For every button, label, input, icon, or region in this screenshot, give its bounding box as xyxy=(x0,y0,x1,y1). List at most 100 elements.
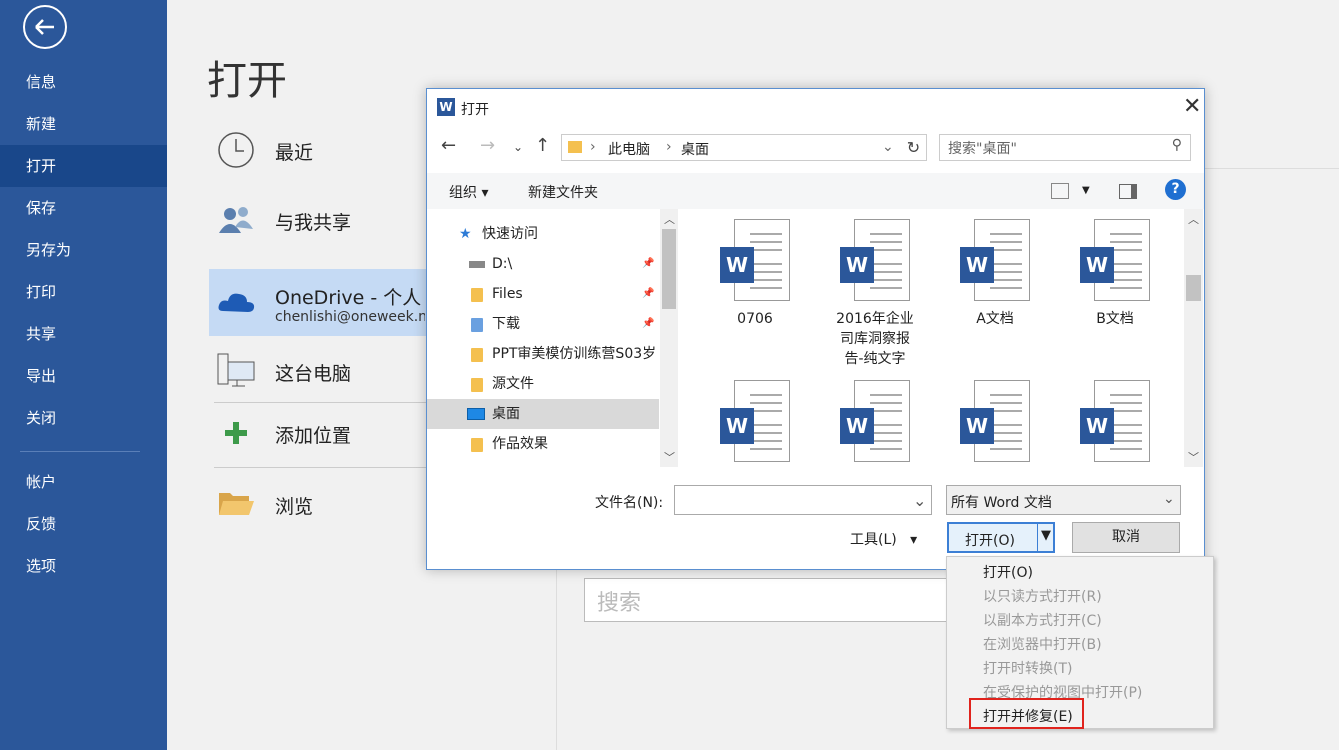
nav-export[interactable]: 导出 xyxy=(0,355,167,397)
refresh-icon[interactable]: ↻ xyxy=(901,134,927,161)
word-document-icon: W xyxy=(720,219,790,301)
word-app-icon: W xyxy=(437,98,455,116)
menu-item-open-readonly[interactable]: 以只读方式打开(R) xyxy=(983,586,1102,606)
open-button[interactable]: 打开(O) ▼ xyxy=(947,522,1055,553)
file-item[interactable]: W xyxy=(695,380,815,467)
chevron-down-icon[interactable]: ⌄ xyxy=(1163,491,1175,507)
chevron-down-icon[interactable]: ▼ xyxy=(1082,185,1090,196)
nav-account[interactable]: 帐户 xyxy=(0,461,167,503)
file-type-select[interactable]: 所有 Word 文档 ⌄ xyxy=(946,485,1181,515)
scrollbar-thumb[interactable] xyxy=(662,229,676,309)
tree-item-files[interactable]: Files 📌 xyxy=(427,279,659,309)
tree-item-quick-access[interactable]: ★ 快速访问 xyxy=(427,219,659,249)
nav-feedback[interactable]: 反馈 xyxy=(0,503,167,545)
nav-save-as[interactable]: 另存为 xyxy=(0,229,167,271)
chevron-up-icon[interactable]: ︿ xyxy=(1188,211,1199,227)
nav-print[interactable]: 打印 xyxy=(0,271,167,313)
nav-close[interactable]: 关闭 xyxy=(0,397,167,439)
organize-label: 组织 xyxy=(449,185,477,201)
divider xyxy=(1205,168,1339,169)
dropdown-arrow-icon[interactable]: ▼ xyxy=(1041,528,1051,543)
desktop-icon xyxy=(467,408,485,420)
word-document-icon: W xyxy=(1080,219,1150,301)
chevron-up-icon[interactable]: ︿ xyxy=(664,211,675,227)
address-bar[interactable]: › 此电脑 › 桌面 ⌄ xyxy=(561,134,927,161)
folder-icon xyxy=(471,438,483,452)
new-folder-button[interactable]: 新建文件夹 xyxy=(528,182,598,202)
place-label: 浏览 xyxy=(275,496,314,518)
nav-save[interactable]: 保存 xyxy=(0,187,167,229)
chevron-down-icon[interactable]: ⌄ xyxy=(882,139,894,155)
menu-item-open[interactable]: 打开(O) xyxy=(983,562,1033,582)
back-arrow-icon[interactable] xyxy=(23,5,67,49)
place-this-pc[interactable]: 这台电脑 xyxy=(209,338,427,405)
file-item[interactable]: W xyxy=(815,380,935,467)
breadcrumb-desktop[interactable]: 桌面 xyxy=(681,139,709,159)
file-item[interactable]: W xyxy=(1055,380,1175,467)
place-recent[interactable]: 最近 xyxy=(209,117,427,184)
up-arrow-icon[interactable]: ↑ xyxy=(535,135,550,156)
tree-scrollbar[interactable]: ︿ ﹀ xyxy=(660,209,678,467)
forward-arrow-icon[interactable]: → xyxy=(480,135,495,156)
file-item[interactable]: W A文档 xyxy=(935,219,1055,329)
file-item[interactable]: W 2016年企业 司库洞察报 告-纯文字 xyxy=(815,219,935,369)
dialog-title: 打开 xyxy=(461,102,489,118)
clock-icon xyxy=(217,131,255,169)
place-shared[interactable]: 与我共享 xyxy=(209,187,427,254)
filename-input[interactable]: ⌄ xyxy=(674,485,932,515)
nav-new[interactable]: 新建 xyxy=(0,103,167,145)
chevron-down-icon[interactable]: ﹀ xyxy=(1188,449,1199,465)
pin-icon[interactable]: 📌 xyxy=(642,309,654,339)
pin-icon[interactable]: 📌 xyxy=(642,249,654,279)
file-list-scrollbar[interactable]: ︿ ﹀ xyxy=(1184,209,1203,467)
chevron-down-icon[interactable]: ⌄ xyxy=(513,140,523,154)
menu-item-open-convert[interactable]: 打开时转换(T) xyxy=(983,658,1072,678)
tools-button[interactable]: 工具(L) ▾ xyxy=(850,529,917,549)
tree-item-drive-d[interactable]: D:\ 📌 xyxy=(427,249,659,279)
file-item[interactable]: W 0706 xyxy=(695,219,815,329)
view-mode-icon[interactable] xyxy=(1051,183,1069,199)
tree-item-downloads[interactable]: 下载 📌 xyxy=(427,309,659,339)
word-document-icon: W xyxy=(960,219,1030,301)
tree-item-ppt-folder[interactable]: PPT审美模仿训练营S03岁 xyxy=(427,339,659,369)
file-list: W 0706 W 2016年企业 司库洞察报 告-纯文字 W A文档 W B文档 W W W W xyxy=(680,209,1183,467)
tree-item-label: 桌面 xyxy=(492,406,520,422)
nav-info[interactable]: 信息 xyxy=(0,61,167,103)
backstage-search-input[interactable]: 搜索 xyxy=(584,578,948,622)
scrollbar-thumb[interactable] xyxy=(1186,275,1201,301)
tree-item-works[interactable]: 作品效果 xyxy=(427,429,659,459)
word-document-icon: W xyxy=(1080,380,1150,462)
tree-item-source[interactable]: 源文件 xyxy=(427,369,659,399)
account-email: chenlishi@oneweek.n xyxy=(275,309,425,325)
menu-item-open-copy[interactable]: 以副本方式打开(C) xyxy=(983,610,1102,630)
close-icon[interactable]: ✕ xyxy=(1183,94,1201,119)
place-browse[interactable]: 浏览 xyxy=(209,471,427,538)
file-item[interactable]: W B文档 xyxy=(1055,219,1175,329)
chevron-down-icon[interactable]: ⌄ xyxy=(913,491,926,510)
place-onedrive[interactable]: OneDrive - 个人 chenlishi@oneweek.n xyxy=(209,269,427,336)
file-name: 2016年企业 司库洞察报 告-纯文字 xyxy=(836,311,914,367)
menu-item-open-browser[interactable]: 在浏览器中打开(B) xyxy=(983,634,1102,654)
drive-icon xyxy=(469,261,485,268)
breadcrumb-this-pc[interactable]: 此电脑 xyxy=(608,139,650,159)
chevron-down-icon[interactable]: ﹀ xyxy=(664,449,675,465)
nav-open[interactable]: 打开 xyxy=(0,145,167,187)
file-item[interactable]: W xyxy=(935,380,1055,467)
tree-item-label: 下载 xyxy=(492,316,520,332)
nav-options[interactable]: 选项 xyxy=(0,545,167,587)
preview-pane-icon[interactable] xyxy=(1119,184,1137,199)
organize-button[interactable]: 组织 ▾ xyxy=(449,182,488,202)
filename-label: 文件名(N): xyxy=(595,495,664,511)
cancel-button[interactable]: 取消 xyxy=(1072,522,1180,553)
help-icon[interactable]: ? xyxy=(1165,179,1186,200)
nav-share[interactable]: 共享 xyxy=(0,313,167,355)
file-name: A文档 xyxy=(976,311,1014,327)
divider xyxy=(556,570,557,750)
dialog-search-input[interactable]: 搜索"桌面" ⚲ xyxy=(939,134,1191,161)
tree-item-desktop[interactable]: 桌面 xyxy=(427,399,659,429)
back-arrow-icon[interactable]: ← xyxy=(441,135,456,156)
pin-icon[interactable]: 📌 xyxy=(642,279,654,309)
star-icon: ★ xyxy=(459,226,472,242)
file-type-value: 所有 Word 文档 xyxy=(951,495,1052,511)
place-add[interactable]: 添加位置 xyxy=(209,400,427,467)
